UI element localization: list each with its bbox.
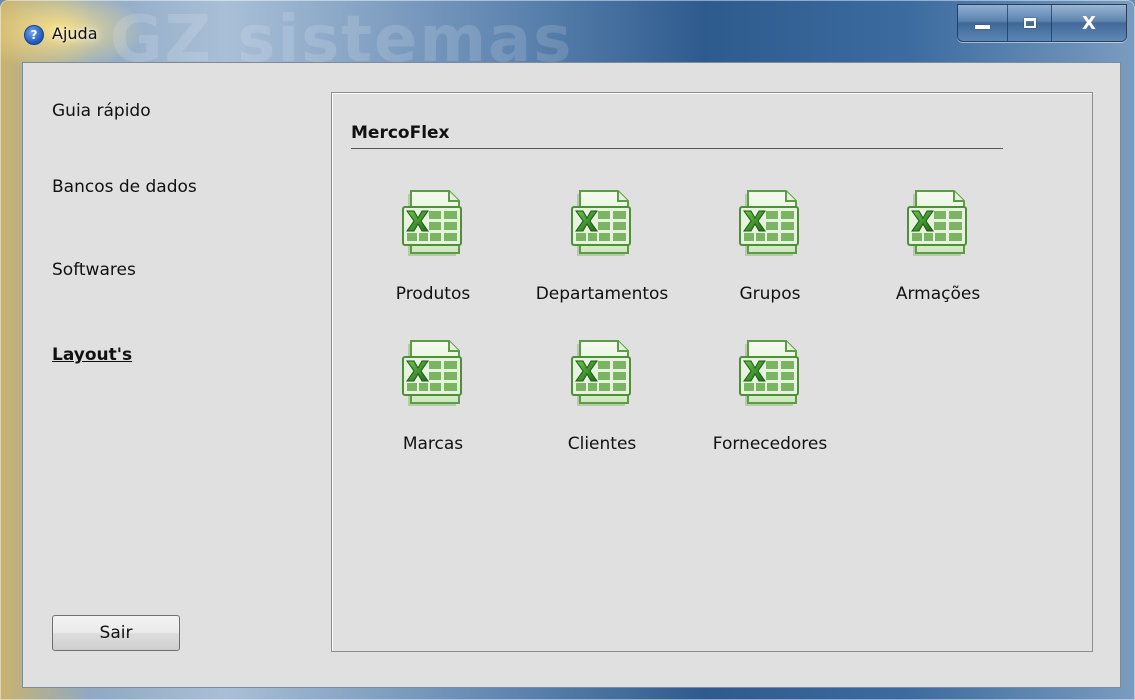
excel-file-icon — [571, 190, 631, 256]
file-label: Produtos — [395, 284, 471, 304]
excel-file-icon — [739, 190, 799, 256]
file-item-marcas[interactable]: Marcas — [348, 337, 518, 465]
file-item-fornecedores[interactable]: Fornecedores — [685, 337, 855, 465]
help-icon: ? — [24, 25, 44, 45]
content-panel: MercoFlex Produtos Departamentos Grupos … — [331, 92, 1093, 652]
minimize-icon — [975, 25, 990, 29]
file-label: Clientes — [567, 434, 637, 454]
file-label: Fornecedores — [712, 434, 828, 454]
sidebar-item-softwares[interactable]: Softwares — [52, 260, 136, 280]
close-icon: X — [1082, 12, 1096, 34]
exit-button[interactable]: Sair — [52, 615, 180, 651]
client-area: Guia rápido Bancos de dados Softwares La… — [22, 62, 1121, 688]
window-title: Ajuda — [52, 24, 98, 43]
excel-file-icon — [402, 340, 462, 406]
panel-title: MercoFlex — [351, 123, 450, 143]
file-label: Marcas — [402, 434, 464, 454]
file-label: Departamentos — [535, 284, 669, 304]
file-item-armacoes[interactable]: Armações — [853, 187, 1023, 315]
help-window: GZ sistemas ? Ajuda X Guia rápido Bancos… — [0, 0, 1135, 700]
excel-file-icon — [571, 340, 631, 406]
file-label: Armações — [895, 284, 981, 304]
maximize-button[interactable] — [1008, 5, 1052, 41]
file-item-clientes[interactable]: Clientes — [517, 337, 687, 465]
file-label: Grupos — [739, 284, 801, 304]
excel-file-icon — [739, 340, 799, 406]
title-bar[interactable]: GZ sistemas ? Ajuda X — [0, 0, 1135, 62]
minimize-button[interactable] — [958, 5, 1008, 41]
file-item-grupos[interactable]: Grupos — [685, 187, 855, 315]
caption-buttons: X — [957, 4, 1127, 42]
file-item-departamentos[interactable]: Departamentos — [517, 187, 687, 315]
excel-file-icon — [907, 190, 967, 256]
file-item-produtos[interactable]: Produtos — [348, 187, 518, 315]
excel-file-icon — [402, 190, 462, 256]
sidebar-item-guia-rapido[interactable]: Guia rápido — [52, 101, 151, 121]
title-bar-watermark: GZ sistemas — [110, 8, 574, 62]
sidebar-item-layouts[interactable]: Layout's — [52, 345, 132, 365]
sidebar-item-bancos-de-dados[interactable]: Bancos de dados — [52, 177, 197, 197]
panel-divider — [351, 148, 1003, 149]
close-button[interactable]: X — [1052, 5, 1126, 41]
maximize-icon — [1023, 18, 1036, 28]
